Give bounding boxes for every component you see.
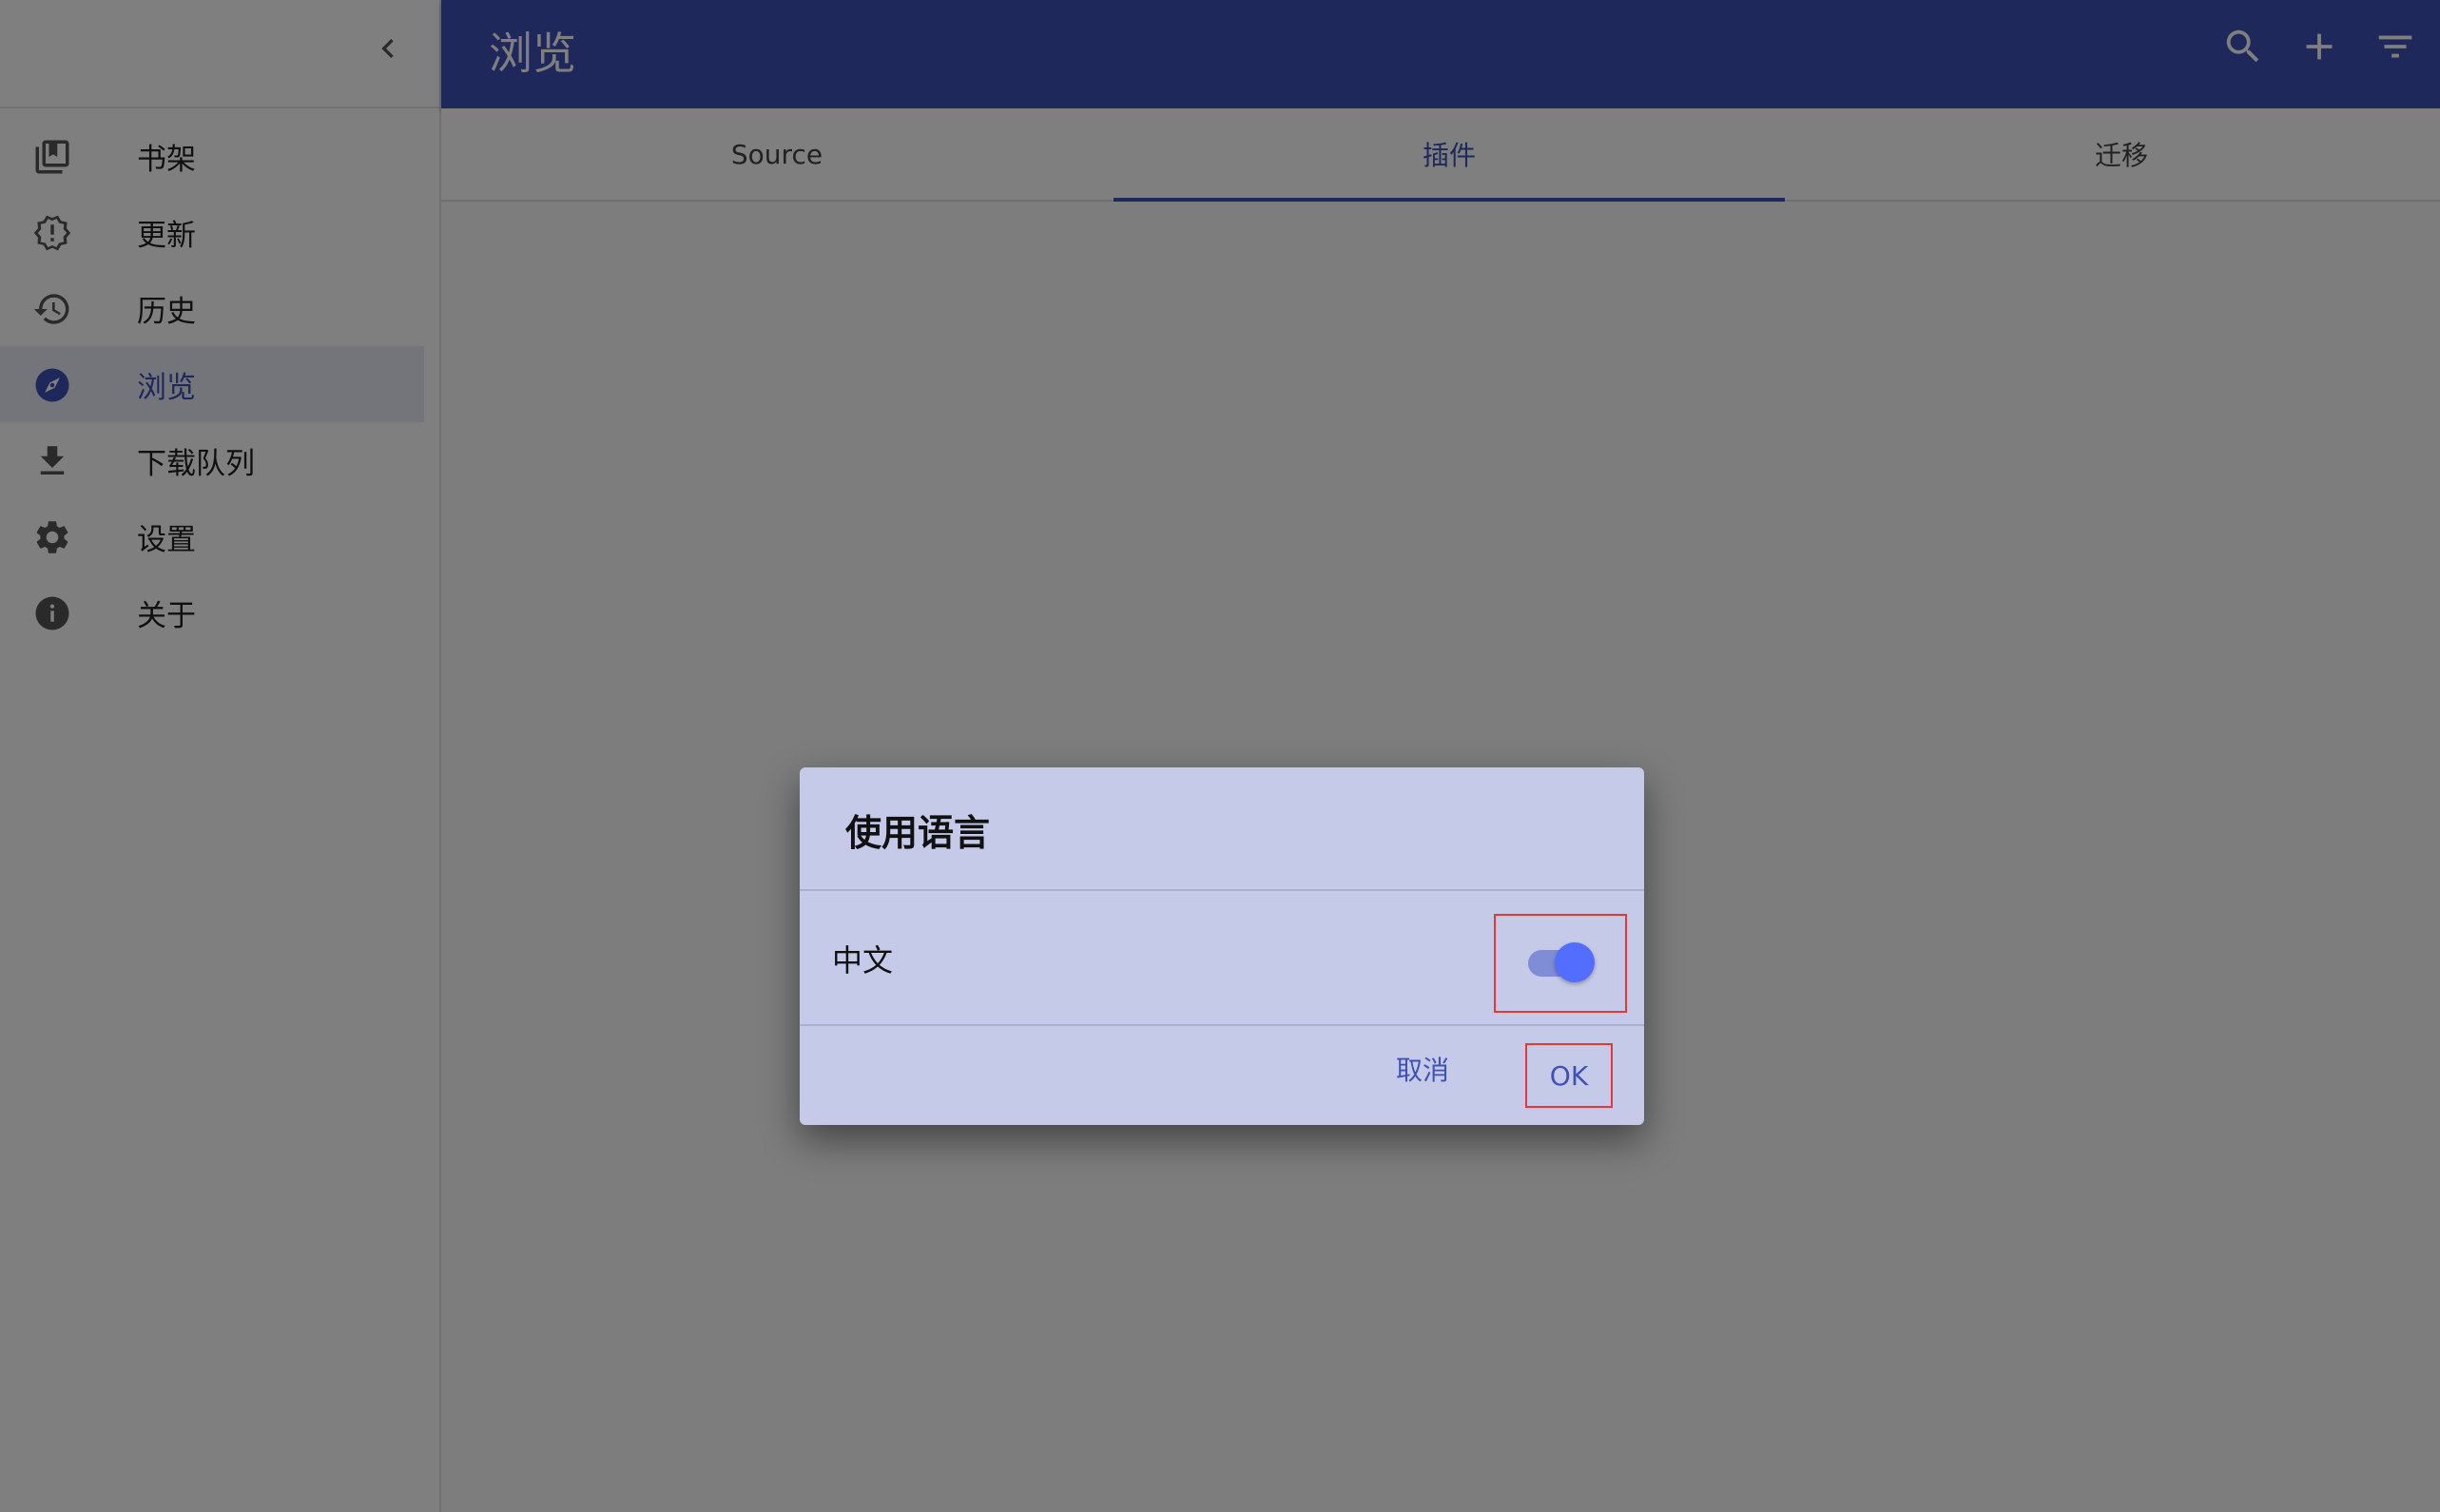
language-toggle[interactable] [1494, 914, 1627, 1013]
toggle-thumb [1555, 942, 1595, 982]
ok-button[interactable]: OK [1525, 1043, 1613, 1108]
language-label: 中文 [832, 942, 894, 979]
dialog-divider-bottom [800, 1024, 1644, 1026]
dialog-divider-top [800, 889, 1644, 891]
language-dialog: 使用语言 中文 取消 OK [800, 767, 1644, 1125]
modal-scrim[interactable] [0, 0, 2440, 1512]
cancel-button[interactable]: 取消 [1380, 1045, 1465, 1093]
app-root: 书架 更新 历史 浏览 下载队列 设置 [0, 0, 2440, 1512]
dialog-title: 使用语言 [845, 812, 991, 854]
